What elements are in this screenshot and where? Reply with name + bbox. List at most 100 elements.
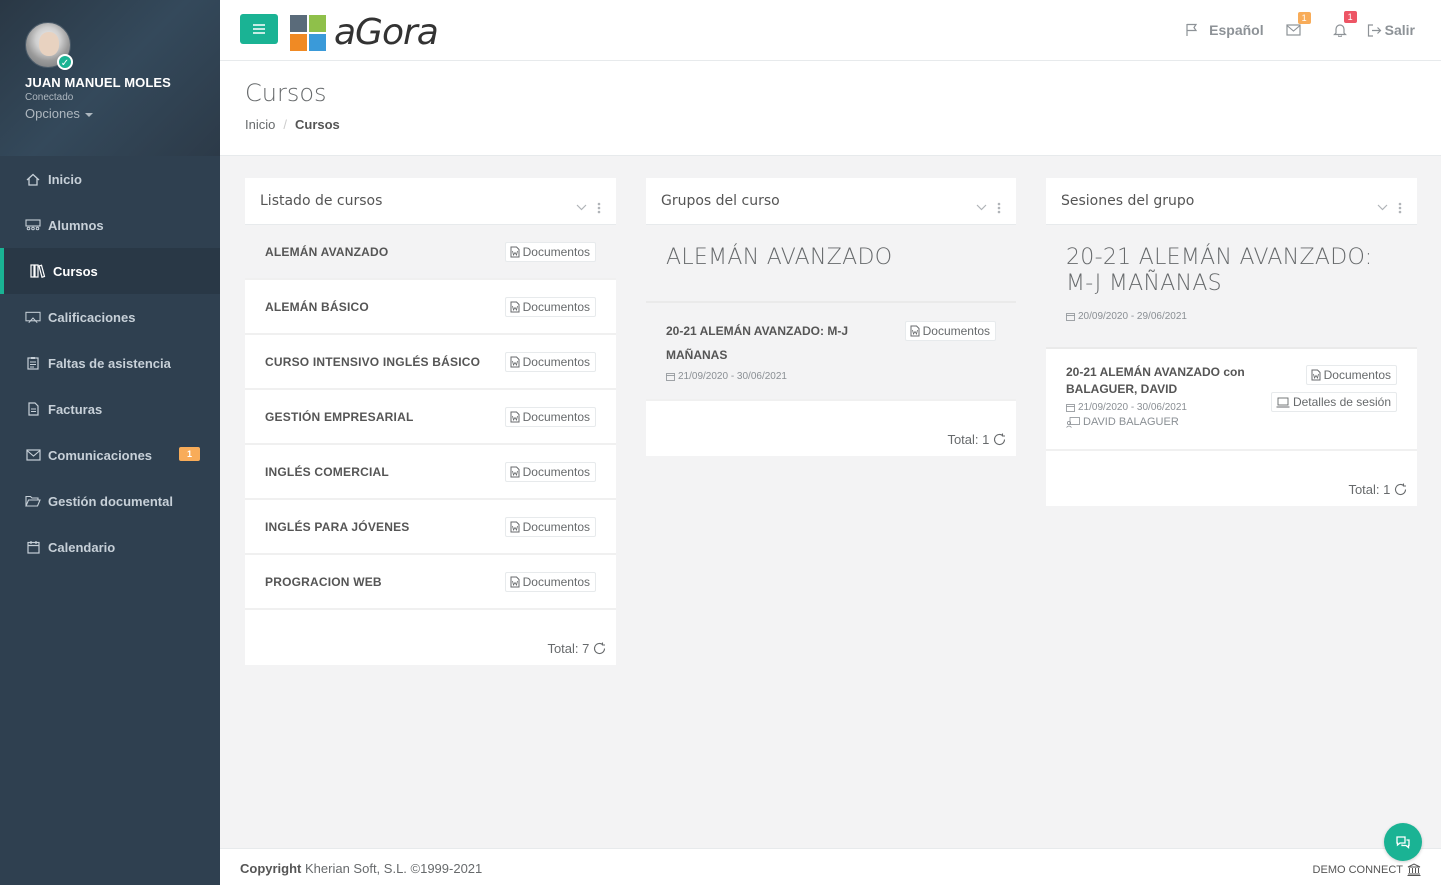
vertical-dots-icon[interactable] xyxy=(1398,202,1402,214)
sidebar-item-label: Faltas de asistencia xyxy=(48,355,171,371)
chat-button[interactable] xyxy=(1384,823,1422,861)
group-heading-line2: M-J MAÑANAS xyxy=(1066,271,1222,296)
chevron-down-icon[interactable] xyxy=(576,204,587,211)
sidebar-item-label: Calendario xyxy=(48,539,116,555)
group-row[interactable]: 20-21 ALEMÁN AVANZADO: M-J MAÑANAS 21/09… xyxy=(646,303,1016,401)
logout-label: Salir xyxy=(1384,22,1415,38)
documents-label: Documentos xyxy=(522,354,590,369)
documents-button[interactable]: Documentos xyxy=(504,461,596,482)
word-file-icon xyxy=(510,466,520,477)
panel-tools xyxy=(976,191,1001,224)
panel-tools xyxy=(576,191,601,224)
panel-tools xyxy=(1377,191,1402,224)
logout-button[interactable]: Salir xyxy=(1367,22,1415,38)
sessions-panel: Sesiones del grupo 20-21 ALEMÁN AVANZADO… xyxy=(1046,178,1417,506)
clipboard-icon xyxy=(25,356,41,370)
documents-button[interactable]: Documentos xyxy=(1305,365,1397,385)
documents-label: Documentos xyxy=(922,324,990,338)
calendar-icon xyxy=(1066,404,1075,412)
course-row[interactable]: GESTIÓN EMPRESARIAL Documentos xyxy=(245,390,616,445)
laptop-icon xyxy=(1276,397,1290,407)
sidebar-item-comunicaciones[interactable]: Comunicaciones 1 xyxy=(0,432,220,478)
sidebar-item-label: Calificaciones xyxy=(48,309,136,325)
documents-label: Documentos xyxy=(522,519,590,534)
grades-icon xyxy=(25,310,41,324)
avatar[interactable]: ✓ xyxy=(25,22,73,70)
refresh-icon[interactable] xyxy=(1394,483,1407,496)
app-logo[interactable]: aGora xyxy=(290,12,439,53)
refresh-icon[interactable] xyxy=(993,433,1006,446)
panel-title: Sesiones del grupo xyxy=(1061,193,1195,209)
total-count: Total: 1 xyxy=(1348,482,1391,498)
course-row[interactable]: ALEMÁN BÁSICO Documentos xyxy=(245,280,616,335)
course-name: ALEMÁN BÁSICO xyxy=(265,299,369,314)
course-name: ALEMÁN AVANZADO xyxy=(265,244,389,259)
calendar-icon xyxy=(666,373,675,381)
home-icon xyxy=(25,172,41,186)
sidebar-item-calendario[interactable]: Calendario xyxy=(0,524,220,570)
group-heading-line1: 20-21 ALEMÁN AVANZADO: xyxy=(1066,245,1373,270)
panel-header: Grupos del curso xyxy=(646,178,1016,225)
documents-button[interactable]: Documentos xyxy=(504,571,596,592)
footer-right: DEMO CONNECT xyxy=(1313,863,1421,876)
menu-toggle-button[interactable] xyxy=(240,14,278,44)
sidebar-nav: Inicio Alumnos Cursos Calificaciones Fal… xyxy=(0,156,220,570)
session-row[interactable]: 20-21 ALEMÁN AVANZADO con BALAGUER, DAVI… xyxy=(1046,349,1417,451)
sidebar-item-label: Facturas xyxy=(48,401,103,417)
group-name-line2: MAÑANAS xyxy=(666,348,728,362)
word-file-icon xyxy=(510,521,520,532)
documents-button[interactable]: Documentos xyxy=(504,296,596,317)
word-file-icon xyxy=(910,325,920,337)
breadcrumb-home-link[interactable]: Inicio xyxy=(245,117,275,132)
documents-button[interactable]: Documentos xyxy=(504,241,596,262)
sidebar-item-label: Inicio xyxy=(48,171,82,187)
sidebar-item-alumnos[interactable]: Alumnos xyxy=(0,202,220,248)
students-icon xyxy=(25,218,41,232)
envelope-icon xyxy=(1286,24,1301,36)
documents-label: Documentos xyxy=(522,299,590,314)
group-dates-text: 20/09/2020 - 29/06/2021 xyxy=(1078,311,1187,322)
course-row[interactable]: INGLÉS PARA JÓVENES Documentos xyxy=(245,500,616,555)
session-details-button[interactable]: Detalles de sesión xyxy=(1270,392,1397,412)
panel-footer: Total: 1 xyxy=(646,401,1016,456)
documents-button[interactable]: Documentos xyxy=(504,406,596,427)
selected-course-heading: ALEMÁN AVANZADO xyxy=(646,225,1016,303)
language-selector[interactable]: Español xyxy=(1185,22,1264,38)
session-teacher: DAVID BALAGUER xyxy=(1066,416,1397,428)
messages-button[interactable]: 1 xyxy=(1286,12,1311,36)
course-row[interactable]: PROGRACION WEB Documentos xyxy=(245,555,616,610)
panel-header: Sesiones del grupo xyxy=(1046,178,1417,225)
vertical-dots-icon[interactable] xyxy=(597,202,601,214)
bell-icon xyxy=(1332,24,1347,37)
comunicaciones-badge: 1 xyxy=(178,447,200,461)
chevron-down-icon[interactable] xyxy=(1377,204,1388,211)
course-row[interactable]: ALEMÁN AVANZADO Documentos xyxy=(245,225,616,280)
group-dates: 21/09/2020 - 30/06/2021 xyxy=(666,371,996,382)
sidebar-item-inicio[interactable]: Inicio xyxy=(0,156,220,202)
breadcrumb: Inicio / Cursos xyxy=(245,117,1441,132)
options-dropdown[interactable]: Opciones xyxy=(25,106,220,121)
chevron-down-icon[interactable] xyxy=(976,204,987,211)
sidebar-item-cursos[interactable]: Cursos xyxy=(0,248,220,294)
sidebar-item-gestion-documental[interactable]: Gestión documental xyxy=(0,478,220,524)
caret-down-icon xyxy=(84,112,93,117)
course-row[interactable]: INGLÉS COMERCIAL Documentos xyxy=(245,445,616,500)
sidebar-item-label: Gestión documental xyxy=(48,493,173,509)
vertical-dots-icon[interactable] xyxy=(997,202,1001,214)
sidebar-item-facturas[interactable]: Facturas xyxy=(0,386,220,432)
sidebar-item-faltas[interactable]: Faltas de asistencia xyxy=(0,340,220,386)
refresh-icon[interactable] xyxy=(593,642,606,655)
folder-open-icon xyxy=(25,494,41,508)
user-status: Conectado xyxy=(25,92,74,103)
options-label: Opciones xyxy=(25,106,80,121)
calendar-icon xyxy=(1066,313,1075,321)
documents-button[interactable]: Documentos xyxy=(504,351,596,372)
documents-button[interactable]: Documentos xyxy=(904,321,996,341)
documents-button[interactable]: Documentos xyxy=(504,516,596,537)
course-name: INGLÉS PARA JÓVENES xyxy=(265,519,410,534)
panel-footer: Total: 7 xyxy=(245,610,616,665)
sidebar-item-calificaciones[interactable]: Calificaciones xyxy=(0,294,220,340)
course-row[interactable]: CURSO INTENSIVO INGLÉS BÁSICO Documentos xyxy=(245,335,616,390)
notifications-button[interactable]: 1 xyxy=(1332,11,1357,37)
hamburger-icon xyxy=(253,24,265,34)
